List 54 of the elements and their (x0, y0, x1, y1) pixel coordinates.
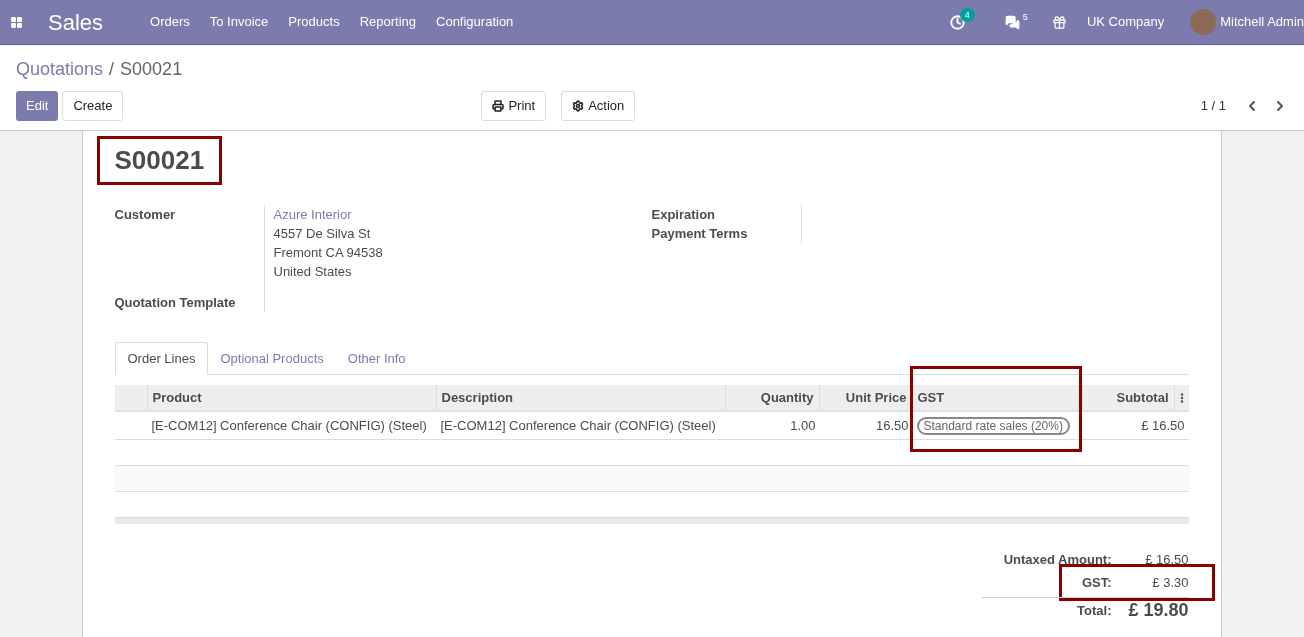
column-header[interactable]: Quantity (725, 385, 820, 410)
customer-link[interactable]: Azure Interior (273, 205, 383, 224)
tab[interactable]: Other Info (335, 342, 418, 375)
gift-icon[interactable] (1051, 14, 1067, 30)
address-line: 4557 De Silva St (273, 225, 372, 243)
menu-item[interactable]: To Invoice (209, 12, 269, 32)
activity-count: 4 (959, 7, 975, 22)
total-label: Untaxed Amount: (1003, 550, 1112, 569)
create-button[interactable]: Create (62, 91, 124, 121)
app-name[interactable]: Sales (48, 5, 104, 39)
clock-icon[interactable] (949, 14, 965, 30)
table-cell: £ 16.50 (1141, 417, 1185, 433)
menu-item[interactable]: Configuration (436, 12, 514, 32)
edit-button[interactable]: Edit (16, 91, 59, 121)
menu-item[interactable]: Reporting (359, 12, 416, 32)
gear-icon (572, 100, 585, 112)
field-label: Customer (114, 206, 177, 224)
total-label: GST: (1081, 573, 1112, 592)
column-header[interactable]: Description (436, 385, 726, 410)
chat-icon (1004, 14, 1020, 30)
breadcrumb-separator: / (109, 59, 115, 79)
pager-value: 1 / 1 (1200, 97, 1226, 116)
menu-item[interactable]: Orders (150, 12, 190, 32)
table-cell: [E-COM12] Conference Chair (CONFIG) (Steel) (440, 417, 716, 433)
breadcrumb-link[interactable]: Quotations (16, 59, 104, 79)
address-line: Fremont CA 94538 (273, 244, 383, 262)
address-line: United States (273, 263, 353, 281)
apps-menu-icon[interactable] (10, 15, 23, 29)
tab[interactable]: Order Lines (114, 342, 209, 375)
column-header[interactable]: Product (147, 385, 437, 410)
field-label: Payment Terms (651, 225, 749, 243)
breadcrumb-current: S00021 (120, 59, 183, 79)
company-switcher[interactable]: UK Company (1086, 12, 1165, 32)
user-menu[interactable]: Mitchell Admin (1220, 12, 1304, 32)
total-value: £ 19.80 (1127, 599, 1189, 622)
action-button[interactable]: Action (561, 91, 636, 121)
column-header[interactable]: Subtotal (1082, 385, 1175, 410)
record-title: S00021 (96, 136, 223, 185)
field-label: Quotation Template (114, 294, 237, 312)
column-header[interactable]: Unit Price (819, 385, 913, 410)
tab[interactable]: Optional Products (208, 342, 336, 375)
menu-item[interactable]: Products (288, 12, 340, 32)
table-cell: 1.00 (790, 417, 816, 433)
field-label: Expiration (651, 206, 717, 224)
print-button[interactable]: Print (481, 91, 547, 121)
total-label: Total: (1077, 601, 1112, 620)
table-cell: 16.50 (875, 417, 909, 433)
printer-icon (492, 100, 505, 112)
total-value: £ 3.30 (1151, 573, 1189, 592)
total-value: £ 16.50 (1144, 550, 1189, 569)
tax-tag: Standard rate sales (20%) (916, 416, 1070, 435)
avatar (1190, 9, 1217, 35)
column-header[interactable]: GST (912, 385, 1083, 410)
table-cell: [E-COM12] Conference Chair (CONFIG) (Steel) (151, 417, 427, 433)
